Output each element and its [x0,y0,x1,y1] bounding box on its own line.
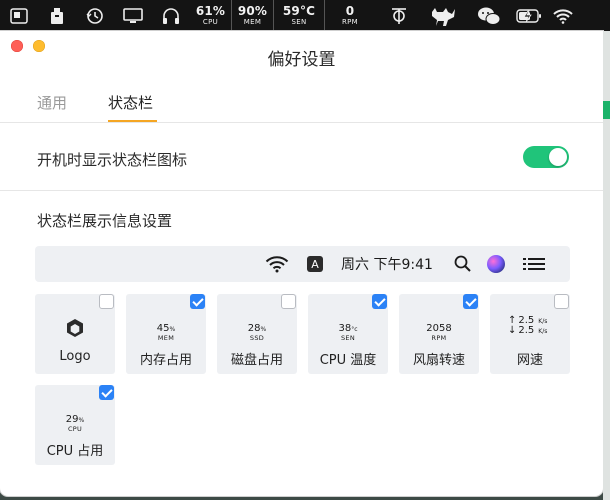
tile-fan-speed[interactable]: 2058 RPM 风扇转速 [399,294,479,374]
down-arrow-icon: ↓ [508,325,517,336]
checkbox-cpu-usage[interactable] [99,385,114,400]
download-unit: K/s [538,328,548,335]
section-title: 状态栏展示信息设置 [37,212,173,230]
desktop-backdrop [603,31,610,500]
disk-value: 28 [247,323,261,334]
active-tab-indicator [108,120,157,122]
title-bar: 偏好设置 [0,31,603,80]
window-title: 偏好设置 [267,50,336,70]
checkbox-network[interactable] [554,294,569,309]
tile-label: Logo [59,349,91,364]
fan-speed-sub: RPM [431,334,447,342]
archive-icon[interactable] [38,0,76,31]
checkbox-fan-speed[interactable] [463,294,478,309]
preview-clock: 周六 下午9:41 [341,257,433,273]
disk-sub: SSD [249,334,265,342]
preferences-window: 偏好设置 通用 状态栏 开机时显示状态栏图标 状态栏展示信息设置 A 周六 下午… [0,31,603,496]
disk-pct: % [260,326,267,333]
checkbox-cpu-temp[interactable] [372,294,387,309]
logo-icon [66,318,84,342]
launch-toggle-switch[interactable] [523,146,569,168]
sen-stat[interactable]: 59°C SEN [273,0,324,31]
tab-general[interactable]: 通用 [37,92,67,113]
cpu-value: 61% [195,4,226,18]
tile-label: 风扇转速 [412,353,465,368]
checkbox-memory[interactable] [190,294,205,309]
mem-unit: MEM [243,18,262,26]
wifi-icon [265,246,289,282]
sen-unit: SEN [291,18,307,26]
cpu-temp-preview: 38°c SEN [308,318,388,342]
tab-bar: 通用 状态栏 [0,80,603,123]
mem-stat[interactable]: 90% MEM [231,0,273,31]
cpu-temp-unit: °c [351,326,358,333]
disk-preview: 28% SSD [217,318,297,342]
sen-value: 59°C [282,4,316,18]
list-icon [523,246,545,282]
tile-logo[interactable]: Logo [35,294,115,374]
screen-icon[interactable] [0,0,38,31]
battery-icon[interactable] [509,0,549,31]
cpu-usage-value: 29 [65,414,79,425]
cpu-temp-value: 38 [338,323,352,334]
checkbox-logo[interactable] [99,294,114,309]
rpm-stat[interactable]: 0 RPM [324,0,375,31]
cpu-stat[interactable]: 61% CPU [190,0,231,31]
tab-statusbar[interactable]: 状态栏 [108,92,153,113]
memory-value: 45 [156,323,170,334]
tile-cpu-temp[interactable]: 38°c SEN CPU 温度 [308,294,388,374]
time-machine-icon[interactable] [76,0,114,31]
input-source-indicator: A [307,246,323,282]
headphones-icon[interactable] [152,0,190,31]
memory-pct: % [169,326,176,333]
tile-cpu-usage[interactable]: 29% CPU CPU 占用 [35,385,115,465]
launch-toggle-label: 开机时显示状态栏图标 [37,151,188,169]
checkbox-disk[interactable] [281,294,296,309]
rpm-unit: RPM [341,18,359,26]
cpu-temp-sub: SEN [341,334,355,342]
fan-speed-value: 2058 [426,323,452,334]
upload-unit: K/s [538,318,548,325]
menu-bar: 61% CPU 90% MEM 59°C SEN 0 RPM [0,0,610,31]
tile-memory[interactable]: 45% MEM 内存占用 [126,294,206,374]
display-icon[interactable] [114,0,152,31]
cpu-unit: CPU [202,18,219,26]
launch-toggle-row: 开机时显示状态栏图标 [0,123,603,191]
stats-icon[interactable] [381,0,417,31]
tile-label: CPU 温度 [319,353,377,368]
cpu-usage-sub: CPU [67,425,83,433]
cpu-usage-preview: 29% CPU [35,409,115,433]
cpu-usage-pct: % [78,417,85,424]
toggle-knob [549,148,567,166]
fan-speed-preview: 2058 RPM [399,318,479,342]
mem-value: 90% [237,4,268,18]
tile-disk[interactable]: 28% SSD 磁盘占用 [217,294,297,374]
wifi-icon[interactable] [549,0,577,31]
search-icon [454,246,472,282]
tile-network[interactable]: ↑ 2.5 K/s ↓ 2.5 K/s 网速 [490,294,570,374]
tile-label: 磁盘占用 [230,353,283,368]
tile-label: CPU 占用 [46,444,104,459]
memory-sub: MEM [157,334,175,342]
wechat-icon[interactable] [469,0,509,31]
siri-icon [487,246,505,282]
tile-label: 网速 [516,353,543,368]
cat-icon[interactable] [417,0,469,31]
statusbar-preview: A 周六 下午9:41 [35,246,570,282]
memory-preview: 45% MEM [126,318,206,342]
rpm-value: 0 [345,4,355,18]
network-preview: ↑ 2.5 K/s ↓ 2.5 K/s [508,316,547,336]
download-value: 2.5 [518,325,535,336]
input-source-label: A [307,256,323,272]
tile-label: 内存占用 [139,353,192,368]
